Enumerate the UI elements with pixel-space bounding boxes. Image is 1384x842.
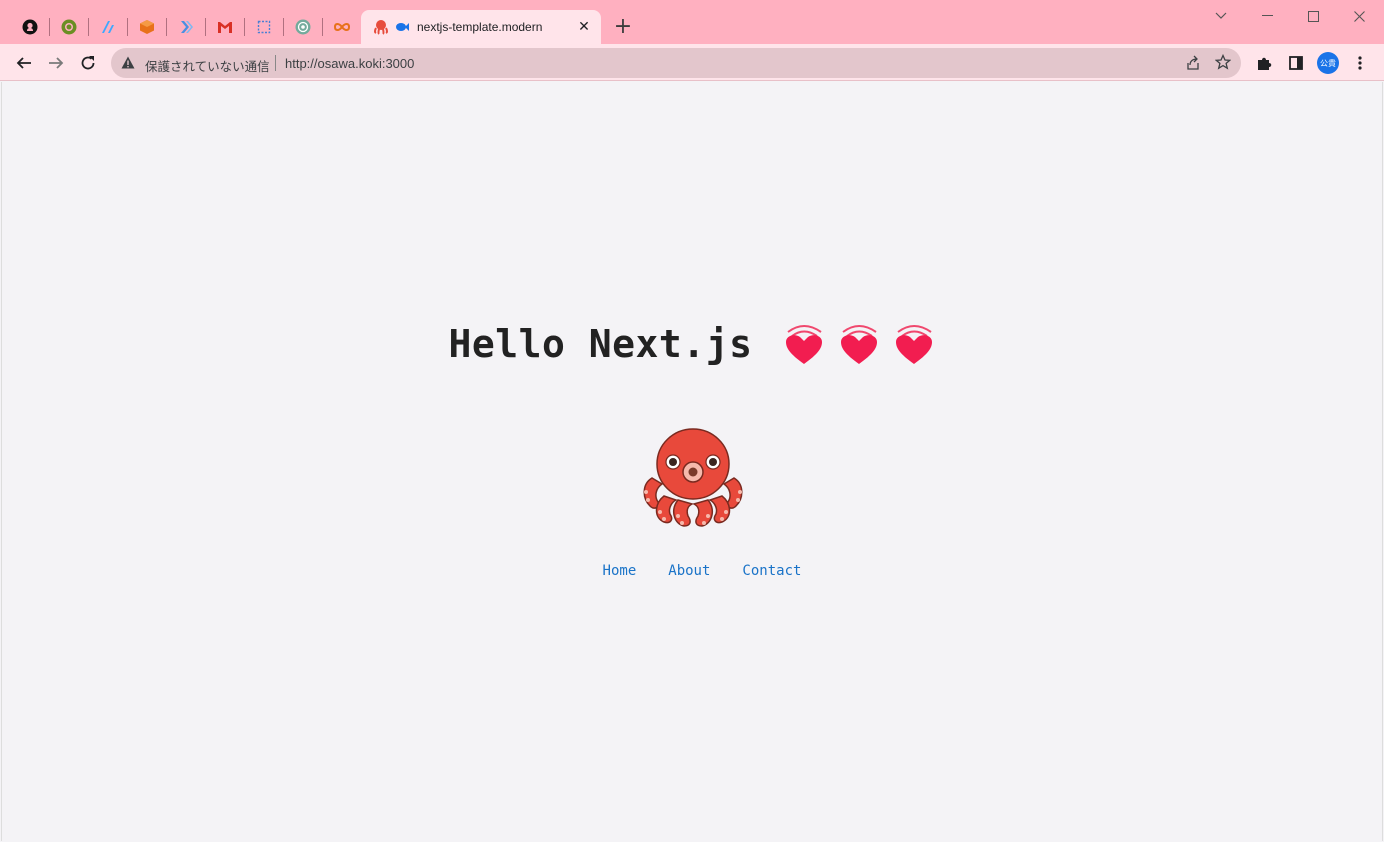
profile-avatar[interactable]: 公貴 — [1317, 52, 1339, 74]
reload-button[interactable] — [74, 49, 102, 77]
more-vert-icon — [1358, 56, 1362, 70]
warning-icon — [121, 56, 135, 69]
minimize-button[interactable] — [1244, 0, 1290, 32]
pinned-tab-chatgpt[interactable] — [290, 14, 316, 40]
octopus-icon — [374, 20, 388, 35]
infinity-icon — [333, 23, 351, 31]
beating-heart-icon — [896, 325, 933, 364]
pinned-tab-zenn[interactable] — [95, 14, 121, 40]
nav-link-about[interactable]: About — [668, 563, 710, 579]
puzzle-icon — [1258, 57, 1272, 70]
page-title: Hello Next.js — [448, 322, 753, 366]
pinned-tab-frame[interactable] — [251, 14, 277, 40]
github-icon — [22, 19, 38, 35]
minimize-icon — [1261, 15, 1273, 16]
page-content: Hello Next.js Home About Contact — [1, 82, 1383, 841]
close-icon — [1353, 10, 1365, 22]
pinned-tab-box[interactable] — [134, 14, 160, 40]
tab-title: nextjs-template.modern — [417, 20, 543, 34]
beating-heart-icon — [841, 325, 878, 364]
tab-strip: nextjs-template.modern ✕ + — [0, 0, 1384, 44]
flutter-icon — [181, 21, 193, 33]
forward-button[interactable] — [42, 49, 70, 77]
pinned-tab-flutter[interactable] — [173, 14, 199, 40]
side-panel-icon — [1289, 56, 1303, 70]
octopus-illustration — [643, 428, 743, 527]
maximize-button[interactable] — [1290, 0, 1336, 32]
box-icon — [140, 20, 154, 34]
beating-heart-icon — [786, 325, 823, 364]
nav-link-home[interactable]: Home — [603, 563, 637, 579]
new-tab-button[interactable]: + — [612, 16, 634, 38]
share-icon[interactable] — [1185, 55, 1201, 71]
menu-button[interactable] — [1346, 49, 1374, 77]
close-tab-icon[interactable]: ✕ — [575, 17, 593, 35]
security-status-text: 保護されていない通信 — [145, 59, 270, 74]
nav-link-contact[interactable]: Contact — [742, 563, 801, 579]
fish-icon — [396, 23, 409, 31]
zenn-icon — [102, 21, 114, 33]
frame-icon — [257, 20, 271, 34]
arrow-right-icon — [49, 57, 64, 69]
pinned-tab-github[interactable] — [17, 14, 43, 40]
bookmark-star-icon[interactable] — [1215, 54, 1231, 70]
gmail-icon — [218, 22, 232, 33]
back-button[interactable] — [10, 49, 38, 77]
hearts-group — [782, 322, 937, 366]
main-nav: Home About Contact — [2, 563, 1384, 579]
arrow-left-icon — [16, 57, 31, 69]
chatgpt-icon — [295, 19, 311, 35]
side-panel-button[interactable] — [1282, 49, 1310, 77]
tab-search-button[interactable] — [1198, 0, 1244, 32]
chevron-down-icon — [1215, 12, 1227, 19]
pinned-tab-gmail[interactable] — [212, 14, 238, 40]
pinned-tab-qiita[interactable] — [56, 14, 82, 40]
url-text[interactable]: http://osawa.koki:3000 — [285, 56, 414, 71]
address-bar[interactable]: 保護されていない通信 http://osawa.koki:3000 — [111, 48, 1241, 78]
hero: Hello Next.js — [2, 322, 1384, 366]
pinned-tab-infinity[interactable] — [329, 14, 355, 40]
extensions-button[interactable] — [1250, 49, 1278, 77]
reload-icon — [81, 56, 95, 70]
window-close-button[interactable] — [1336, 0, 1382, 32]
maximize-icon — [1307, 10, 1319, 22]
tab-nextjs-template[interactable]: nextjs-template.modern ✕ — [361, 10, 601, 44]
qiita-icon — [61, 19, 77, 35]
browser-toolbar: 保護されていない通信 http://osawa.koki:3000 公貴 — [0, 44, 1384, 81]
